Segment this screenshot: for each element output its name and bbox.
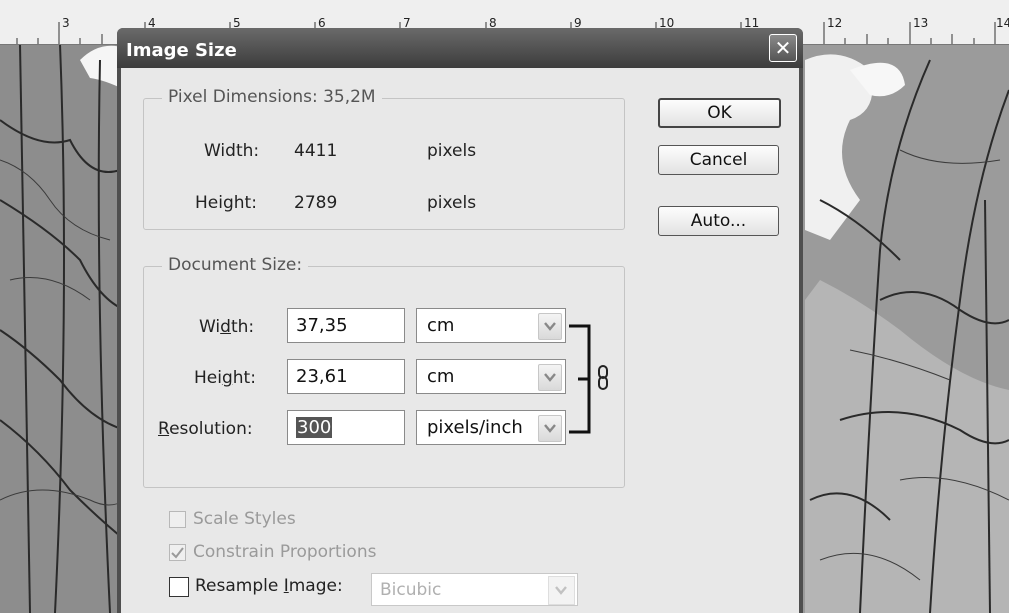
ruler-number: 3 [62, 16, 70, 30]
scale-styles-label: Scale Styles [193, 509, 296, 529]
document-width-input[interactable]: 37,35 [287, 308, 405, 343]
document-height-unit-select[interactable]: cm [416, 359, 566, 394]
dialog-title: Image Size [126, 40, 237, 61]
image-size-dialog: Image Size ✕ Pixel Dimensions: 35,2M Wid… [117, 28, 803, 613]
ok-button[interactable]: OK [658, 98, 781, 128]
close-icon: ✕ [774, 36, 792, 60]
chevron-down-icon[interactable] [538, 415, 562, 442]
pixel-width-value: 4411 [294, 141, 338, 161]
auto-button[interactable]: Auto... [658, 206, 779, 236]
document-width-label: Width: [199, 317, 255, 337]
pixel-width-label: Width: [204, 141, 260, 161]
document-width-unit-select[interactable]: cm [416, 308, 566, 343]
ruler-number: 12 [827, 16, 843, 30]
resolution-label: Resolution: [158, 419, 253, 439]
dialog-titlebar[interactable]: Image Size ✕ [117, 28, 803, 68]
ruler-number: 14 [996, 16, 1009, 30]
resample-image-checkbox[interactable] [169, 577, 189, 597]
resolution-value: 300 [296, 417, 333, 438]
document-height-input[interactable]: 23,61 [287, 359, 405, 394]
constrain-proportions-label: Constrain Proportions [193, 542, 377, 562]
scale-styles-checkbox[interactable] [169, 511, 186, 528]
chevron-down-icon[interactable] [538, 313, 562, 340]
document-height-unit-value: cm [427, 366, 455, 387]
dialog-body: Pixel Dimensions: 35,2M Width: 4411 pixe… [121, 68, 799, 613]
pixel-height-unit: pixels [427, 193, 477, 213]
resample-method-select[interactable]: Bicubic [371, 573, 578, 606]
chain-link-icon [598, 365, 608, 390]
document-width-unit-value: cm [427, 315, 455, 336]
ruler-number: 13 [913, 16, 929, 30]
chevron-down-icon[interactable] [548, 576, 575, 605]
document-height-label: Height: [194, 368, 256, 388]
pixel-height-value: 2789 [294, 193, 338, 213]
pixel-height-label: Height: [195, 193, 257, 213]
chevron-down-icon[interactable] [538, 364, 562, 391]
pixel-dimensions-legend: Pixel Dimensions: 35,2M [162, 87, 382, 107]
cancel-button[interactable]: Cancel [658, 145, 779, 175]
constrain-proportions-checkbox[interactable] [169, 544, 186, 561]
document-size-legend: Document Size: [162, 255, 309, 275]
resolution-input[interactable]: 300 [287, 410, 405, 445]
pixel-width-unit: pixels [427, 141, 477, 161]
resolution-unit-select[interactable]: pixels/inch [416, 410, 566, 445]
checkmark-icon [171, 547, 184, 559]
resample-image-label: Resample Image: [195, 576, 343, 596]
resample-method-value: Bicubic [380, 580, 442, 600]
close-button[interactable]: ✕ [769, 34, 797, 62]
resolution-unit-value: pixels/inch [427, 417, 523, 438]
